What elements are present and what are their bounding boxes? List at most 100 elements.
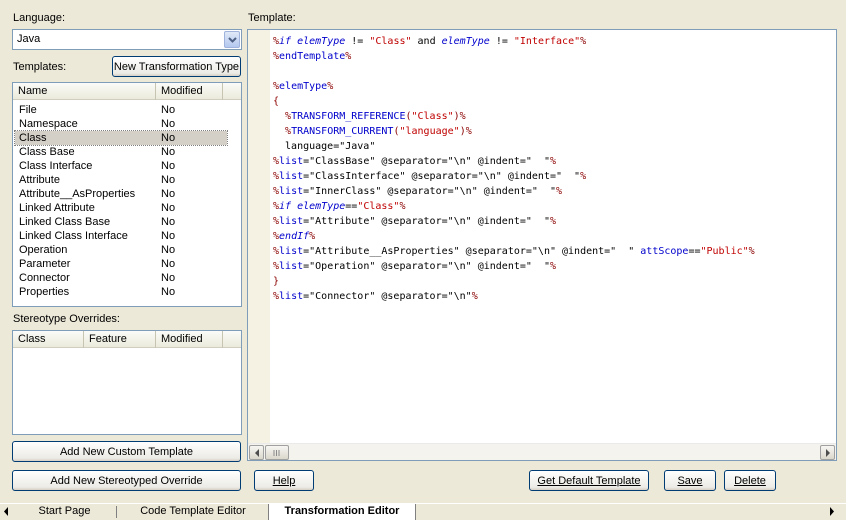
tab-code-template-editor[interactable]: Code Template Editor bbox=[118, 504, 268, 520]
code-token: language="Java" bbox=[273, 141, 376, 152]
table-row[interactable]: Class Base No bbox=[15, 145, 227, 159]
tab-label: Code Template Editor bbox=[140, 505, 246, 517]
code-token: % bbox=[471, 291, 478, 302]
code-line: %if elemType=="Class"% bbox=[273, 199, 834, 214]
code-token: % bbox=[549, 216, 556, 227]
table-row[interactable]: Properties No bbox=[15, 285, 227, 299]
table-row[interactable]: Linked Attribute No bbox=[15, 201, 227, 215]
add-custom-template-button[interactable]: Add New Custom Template bbox=[12, 441, 241, 462]
table-row[interactable]: Linked Class Interface No bbox=[15, 229, 227, 243]
code-line: % list="Attribute" @separator="\n" @inden… bbox=[273, 214, 834, 229]
table-row[interactable]: Class Interface No bbox=[15, 159, 227, 173]
column-header-modified[interactable]: Modified bbox=[156, 331, 223, 348]
templates-list[interactable]: Name Modified File No Namespace No Class No Cl… bbox=[12, 82, 242, 307]
table-row[interactable]: Attribute__AsProperties No bbox=[15, 187, 227, 201]
code-token: "Class" bbox=[411, 111, 454, 122]
code-line: language="Java" bbox=[273, 139, 834, 154]
arrow-right-icon[interactable] bbox=[820, 445, 835, 460]
help-button[interactable]: Help bbox=[254, 470, 314, 491]
code-token: TRANSFORM_CURRENT bbox=[291, 126, 394, 137]
table-row[interactable]: Attribute No bbox=[15, 173, 227, 187]
horizontal-scrollbar[interactable] bbox=[248, 443, 836, 460]
get-default-template-button[interactable]: Get Default Template bbox=[529, 470, 649, 491]
template-modified: No bbox=[161, 286, 176, 298]
table-row[interactable]: Namespace No bbox=[15, 117, 227, 131]
template-code[interactable]: %if elemType != "Class" and elemType != … bbox=[273, 34, 834, 304]
code-line: % list="Operation" @separator="\n" @inden… bbox=[273, 259, 834, 274]
column-header-name[interactable]: Name bbox=[13, 83, 156, 100]
template-editor[interactable]: %if elemType != "Class" and elemType != … bbox=[247, 29, 837, 461]
tab-start-page[interactable]: Start Page bbox=[12, 504, 117, 520]
column-header-class[interactable]: Class bbox=[13, 331, 84, 348]
column-header-modified[interactable]: Modified bbox=[156, 83, 223, 100]
template-modified: No bbox=[161, 174, 176, 186]
editor-gutter bbox=[248, 30, 270, 443]
template-name: Class Base bbox=[19, 146, 75, 158]
stereotype-overrides-label: Stereotype Overrides: bbox=[13, 313, 120, 325]
template-name: File bbox=[19, 104, 37, 116]
code-token: if elemType bbox=[279, 36, 346, 47]
code-token: ="Operation" @separator="\n" @indent=" " bbox=[303, 261, 550, 272]
code-token: )% bbox=[453, 111, 466, 122]
code-token: ="Attribute" @separator="\n" @indent=" " bbox=[303, 216, 550, 227]
code-token: list bbox=[279, 246, 304, 257]
template-name: Class Interface bbox=[19, 160, 93, 172]
template-name: Attribute bbox=[19, 174, 60, 186]
code-line: %TRANSFORM_CURRENT("language")% bbox=[273, 124, 834, 139]
templates-label: Templates: bbox=[13, 61, 67, 73]
template-modified: No bbox=[161, 118, 176, 130]
code-token: "Interface" bbox=[513, 36, 581, 47]
code-token: ="ClassInterface" @separator="\n" @inden… bbox=[303, 171, 581, 182]
delete-button[interactable]: Delete bbox=[724, 470, 776, 491]
code-line: % list="ClassBase" @separator="\n" @inden… bbox=[273, 154, 834, 169]
code-token: endTemplate bbox=[279, 51, 346, 62]
code-token: != bbox=[345, 36, 370, 47]
code-token: "Class" bbox=[369, 36, 412, 47]
code-line: %elemType% bbox=[273, 79, 834, 94]
code-token: ="ClassBase" @separator="\n" @indent=" " bbox=[303, 156, 550, 167]
template-modified: No bbox=[161, 244, 176, 256]
template-label: Template: bbox=[248, 12, 296, 24]
table-row[interactable]: Parameter No bbox=[15, 257, 227, 271]
scroll-thumb[interactable] bbox=[265, 445, 289, 460]
tab-label: Start Page bbox=[38, 505, 91, 517]
code-token: % bbox=[399, 201, 406, 212]
template-name: Linked Class Base bbox=[19, 216, 111, 228]
table-row[interactable]: File No bbox=[15, 103, 227, 117]
table-row[interactable]: Connector No bbox=[15, 271, 227, 285]
table-row[interactable]: Linked Class Base No bbox=[15, 215, 227, 229]
arrow-left-icon[interactable] bbox=[3, 507, 9, 519]
language-select[interactable]: Java bbox=[12, 29, 242, 50]
templates-list-header: Name Modified bbox=[13, 83, 241, 100]
code-token: == bbox=[688, 246, 701, 257]
arrow-left-icon[interactable] bbox=[249, 445, 264, 460]
chevron-down-icon[interactable] bbox=[224, 31, 240, 48]
save-button[interactable]: Save bbox=[664, 470, 716, 491]
table-row[interactable]: Operation No bbox=[15, 243, 227, 257]
code-token: % bbox=[309, 231, 316, 242]
template-name: Connector bbox=[19, 272, 70, 284]
table-row[interactable]: Class No bbox=[14, 130, 228, 146]
code-token: { bbox=[273, 96, 280, 107]
code-token: "language" bbox=[399, 126, 460, 137]
code-token: endIf bbox=[279, 231, 310, 242]
template-modified: No bbox=[161, 188, 176, 200]
add-stereotyped-override-button[interactable]: Add New Stereotyped Override bbox=[12, 470, 241, 491]
delete-label: Delete bbox=[734, 474, 766, 487]
template-modified: No bbox=[161, 272, 176, 284]
new-transformation-type-button[interactable]: New Transformation Type bbox=[112, 56, 241, 77]
code-token: % bbox=[549, 156, 556, 167]
code-token: ="InnerClass" @separator="\n" @indent=" … bbox=[303, 186, 556, 197]
tab-transformation-editor[interactable]: Transformation Editor bbox=[268, 504, 416, 520]
template-modified: No bbox=[161, 132, 176, 144]
template-name: Operation bbox=[19, 244, 68, 256]
column-header-feature[interactable]: Feature bbox=[84, 331, 156, 348]
arrow-right-icon[interactable] bbox=[829, 507, 835, 519]
code-line: % list="InnerClass" @separator="\n" @inde… bbox=[273, 184, 834, 199]
code-token: % bbox=[748, 246, 755, 257]
stereotype-list-header: Class Feature Modified bbox=[13, 331, 241, 348]
stereotype-overrides-list[interactable]: Class Feature Modified bbox=[12, 330, 242, 435]
code-token: "Class" bbox=[357, 201, 400, 212]
template-name: Namespace bbox=[19, 118, 78, 130]
